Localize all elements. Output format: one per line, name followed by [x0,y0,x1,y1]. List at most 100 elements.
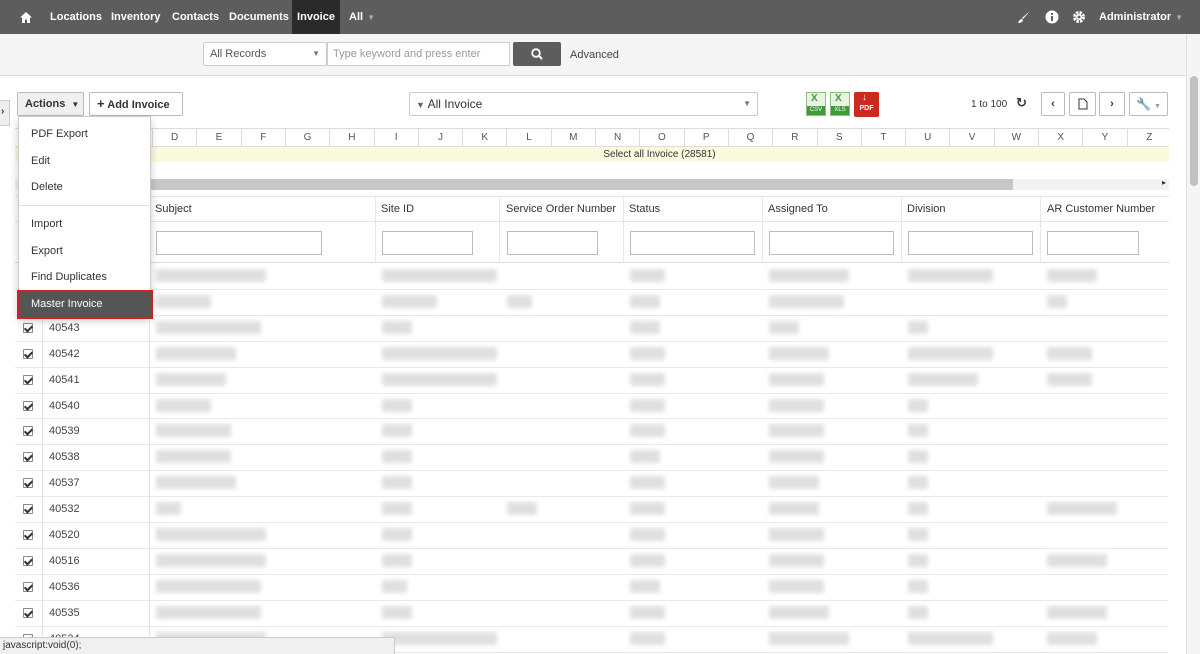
column-header-assigned-to[interactable]: Assigned To [768,203,828,215]
row-record-id[interactable]: 40543 [49,322,80,334]
alphabet-letter-l[interactable]: L [506,129,550,146]
add-invoice-button[interactable]: + Add Invoice [89,92,183,116]
row-checkbox[interactable] [23,607,33,618]
row-checkbox[interactable] [23,530,33,540]
filter-input-ar-customer-number[interactable] [1047,231,1139,255]
column-header-subject[interactable]: Subject [155,203,192,215]
brush-icon[interactable] [1016,0,1032,34]
alphabet-letter-o[interactable]: O [639,129,683,146]
alphabet-letter-g[interactable]: G [284,129,329,146]
row-record-id[interactable]: 40539 [49,425,80,437]
nav-contacts[interactable]: Contacts [172,0,219,34]
row-checkbox[interactable] [23,504,33,515]
next-page-button[interactable]: › [1099,92,1125,116]
scrollbar-thumb[interactable] [150,179,1013,190]
menu-item-delete[interactable]: Delete [19,174,152,200]
column-header-ar-customer-number[interactable]: AR Customer Number [1047,203,1155,215]
filter-input-status[interactable] [630,231,755,255]
column-header-division[interactable]: Division [907,203,946,215]
nav-documents[interactable]: Documents [229,0,289,34]
column-header-site-id[interactable]: Site ID [381,203,414,215]
row-checkbox[interactable] [23,555,33,566]
row-record-id[interactable]: 40542 [49,348,80,360]
alphabet-letter-y[interactable]: Y [1082,129,1126,146]
prev-page-button[interactable]: ‹ [1041,92,1065,116]
scrollbar-thumb[interactable] [1190,76,1198,186]
row-checkbox[interactable] [23,426,33,437]
alphabet-letter-d[interactable]: D [152,129,196,146]
alphabet-letter-x[interactable]: X [1038,129,1082,146]
row-record-id[interactable]: 40538 [49,451,80,463]
menu-item-find-duplicates[interactable]: Find Duplicates [19,264,152,290]
alphabet-letter-v[interactable]: V [949,129,993,146]
home-icon[interactable] [14,0,38,34]
filter-input-site-id[interactable] [382,231,473,255]
settings-wrench-button[interactable]: 🔧 ▼ [1129,92,1168,116]
records-select[interactable]: All Records ▼ [203,42,327,66]
scroll-right-icon[interactable]: ▸ [1162,178,1166,187]
filter-select[interactable]: ▼ All Invoice ▼ [409,92,758,116]
menu-item-import[interactable]: Import [19,211,152,237]
filter-input-assigned-to[interactable] [769,231,894,255]
filter-input-service-order-number[interactable] [507,231,598,255]
alphabet-letter-m[interactable]: M [550,129,595,146]
actions-button[interactable]: Actions ▼ [17,92,84,116]
row-record-id[interactable]: 40516 [49,555,80,567]
filter-input-subject[interactable] [156,231,322,255]
xls-export-icon[interactable]: X XLS [830,92,850,116]
nav-all[interactable]: All ▼ [349,0,375,34]
row-record-id[interactable]: 40536 [49,581,80,593]
vertical-scrollbar[interactable] [1186,34,1200,654]
select-all-label[interactable]: Select all Invoice (28581) [468,149,715,160]
user-menu[interactable]: Administrator ▼ [1099,0,1183,34]
alphabet-letter-w[interactable]: W [993,129,1038,146]
row-record-id[interactable]: 40541 [49,374,80,386]
page-jump-button[interactable] [1069,92,1096,116]
search-button[interactable] [513,42,561,66]
row-record-id[interactable]: 40537 [49,477,80,489]
row-record-id[interactable]: 40535 [49,607,80,619]
alphabet-letter-z[interactable]: Z [1126,129,1171,146]
column-header-status[interactable]: Status [629,203,660,215]
info-icon[interactable] [1044,0,1060,34]
advanced-search-link[interactable]: Advanced [570,49,619,61]
alphabet-letter-k[interactable]: K [462,129,506,146]
menu-item-edit[interactable]: Edit [19,148,152,174]
filter-input-division[interactable] [908,231,1033,255]
row-checkbox[interactable] [23,400,33,411]
alphabet-letter-p[interactable]: P [683,129,728,146]
menu-item-export[interactable]: Export [19,238,152,264]
row-checkbox[interactable] [23,478,33,489]
alphabet-letter-e[interactable]: E [196,129,240,146]
pdf-export-icon[interactable]: ↓ PDF [854,92,879,117]
horizontal-scrollbar[interactable]: ▸ [15,178,1169,190]
row-checkbox[interactable] [23,452,33,463]
column-header-service-order-number[interactable]: Service Order Number [506,203,616,215]
nav-locations[interactable]: Locations [50,0,102,34]
row-checkbox[interactable] [23,322,33,333]
alphabet-letter-n[interactable]: N [595,129,639,146]
search-input[interactable]: Type keyword and press enter [327,42,510,66]
alphabet-letter-f[interactable]: F [240,129,285,146]
nav-invoice[interactable]: Invoice [292,0,340,34]
select-all-bar[interactable]: Select all Invoice (28581) [15,147,1169,162]
alphabet-letter-q[interactable]: Q [727,129,772,146]
csv-export-icon[interactable]: X CSV [806,92,826,116]
row-record-id[interactable]: 40520 [49,529,80,541]
row-checkbox[interactable] [23,581,33,592]
row-record-id[interactable]: 40540 [49,400,80,412]
alphabet-letter-i[interactable]: I [373,129,418,146]
alphabet-letter-u[interactable]: U [905,129,949,146]
alphabet-letter-s[interactable]: S [816,129,861,146]
alphabet-letter-j[interactable]: J [417,129,462,146]
alphabet-letter-r[interactable]: R [772,129,816,146]
row-checkbox[interactable] [23,374,33,385]
alphabet-letter-h[interactable]: H [329,129,373,146]
gear-icon[interactable] [1071,0,1087,34]
row-checkbox[interactable] [23,348,33,359]
menu-item-master-invoice[interactable]: Master Invoice [17,290,153,319]
sidebar-toggle[interactable]: › [0,100,10,126]
row-record-id[interactable]: 40532 [49,503,80,515]
menu-item-pdf-export[interactable]: PDF Export [19,121,152,147]
alphabet-letter-t[interactable]: T [860,129,905,146]
